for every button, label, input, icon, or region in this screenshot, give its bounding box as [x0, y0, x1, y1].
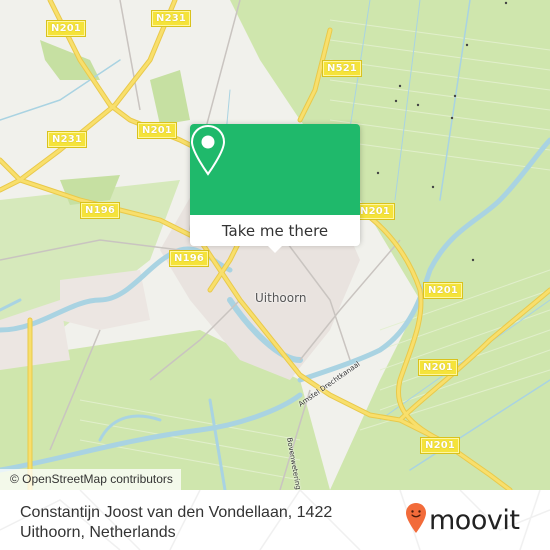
address-line-1: Constantijn Joost van den Vondellaan, 14… — [20, 504, 333, 521]
road-label-n201: N201 — [47, 21, 86, 36]
moovit-wordmark: moovit — [429, 504, 520, 536]
road-label-n521: N521 — [323, 61, 362, 76]
road-label-n231: N231 — [152, 11, 191, 26]
destination-popup: Take me there — [190, 124, 360, 253]
popup-header — [190, 124, 360, 215]
road-label-n201: N201 — [356, 204, 395, 219]
moovit-logo[interactable]: moovit — [405, 500, 535, 540]
footer: Constantijn Joost van den Vondellaan, 14… — [0, 490, 550, 550]
road-label-n201: N201 — [424, 283, 463, 298]
place-label-uithoorn: Uithoorn — [255, 291, 307, 305]
moovit-pin-icon — [405, 502, 427, 538]
map-view[interactable]: N201 N231 N201 N231 N196 N521 N201 N196 … — [0, 0, 550, 490]
road-label-n201: N201 — [421, 438, 460, 453]
popup-pointer — [267, 245, 283, 253]
road-label-n201: N201 — [419, 360, 458, 375]
take-me-there-button[interactable]: Take me there — [190, 215, 360, 246]
road-label-n196: N196 — [170, 251, 209, 266]
address-line-2: Uithoorn, Netherlands — [20, 524, 176, 541]
attribution-text: © OpenStreetMap contributors — [10, 472, 173, 486]
road-label-n196: N196 — [81, 203, 120, 218]
road-label-n231: N231 — [48, 132, 87, 147]
road-label-n201: N201 — [138, 123, 177, 138]
address: Constantijn Joost van den Vondellaan, 14… — [20, 503, 360, 543]
map-attribution[interactable]: © OpenStreetMap contributors — [0, 469, 181, 490]
